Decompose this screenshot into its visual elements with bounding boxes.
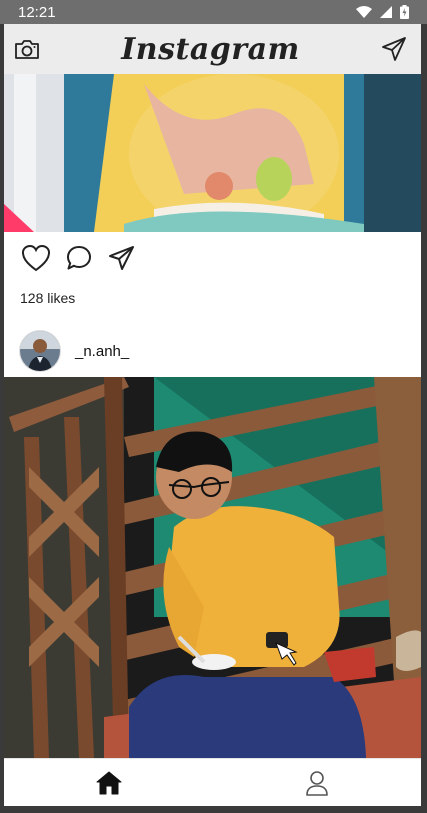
avatar[interactable] [19, 330, 61, 372]
signal-icon [380, 6, 392, 18]
post-header: _n.anh_ [4, 316, 421, 386]
top-bar: Instagram [4, 24, 421, 74]
comment-button[interactable] [65, 244, 93, 272]
camera-button[interactable] [14, 38, 40, 60]
post-image[interactable] [4, 74, 421, 232]
post-image-child [4, 74, 421, 232]
camera-icon [15, 40, 39, 59]
status-icons [356, 5, 409, 19]
avatar-child [20, 331, 60, 371]
heart-icon [21, 244, 51, 272]
likes-count: 128 likes [20, 290, 76, 306]
post-image[interactable] [4, 377, 421, 758]
app-logo: Instagram [121, 31, 300, 67]
paper-plane-icon [382, 37, 406, 61]
home-icon [96, 771, 122, 795]
nav-profile[interactable] [305, 770, 329, 796]
battery-icon [400, 5, 409, 19]
post-actions: 128 likes _n.anh_ [4, 232, 421, 372]
username[interactable]: _n.anh_ [75, 343, 129, 360]
action-row [21, 244, 135, 272]
comment-icon [67, 246, 91, 270]
post-image-child [4, 377, 421, 758]
profile-icon [306, 771, 329, 796]
status-time: 12:21 [18, 3, 56, 21]
wifi-icon [356, 6, 372, 18]
share-button[interactable] [107, 244, 135, 272]
direct-message-button[interactable] [381, 36, 407, 62]
app-frame: Instagram 128 likes _n.anh_ [4, 24, 421, 806]
status-bar: 12:21 [0, 0, 427, 24]
nav-home[interactable] [96, 771, 122, 795]
paper-plane-icon [109, 246, 134, 270]
bottom-nav [4, 758, 421, 806]
like-button[interactable] [21, 244, 51, 272]
